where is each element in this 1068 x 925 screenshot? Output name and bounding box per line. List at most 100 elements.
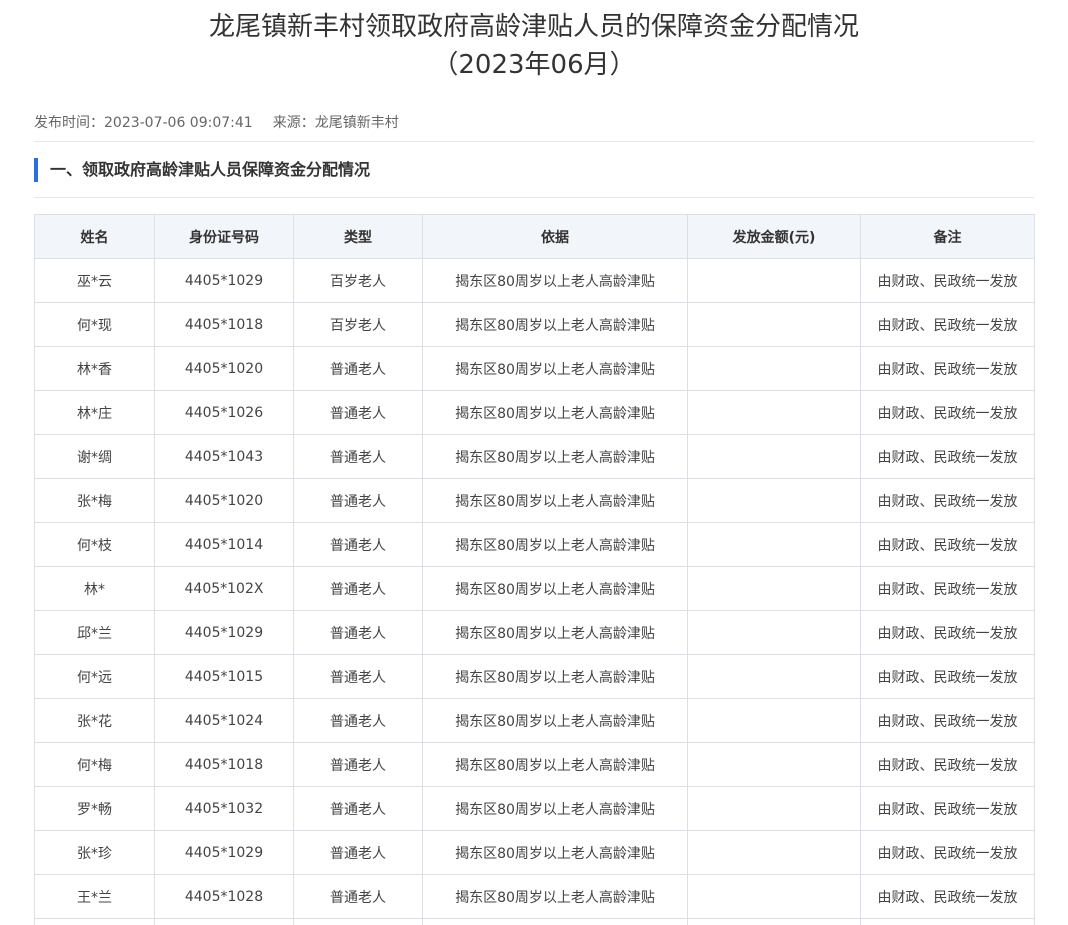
cell-name: 林* bbox=[34, 566, 155, 611]
table-row: 王*兰 4405*1028 普通老人 揭东区80周岁以上老人高龄津贴 由财政、民政统一发… bbox=[34, 874, 1035, 919]
cell-id-number: 4405*1029 bbox=[154, 258, 294, 303]
cell-id-number: 4405*1043 bbox=[154, 434, 294, 479]
cell-amount bbox=[687, 258, 861, 303]
cell-amount bbox=[687, 874, 861, 919]
section-divider bbox=[34, 197, 1034, 198]
table-row: 林*香 4405*1020 普通老人 揭东区80周岁以上老人高龄津贴 由财政、民政统一发… bbox=[34, 346, 1035, 391]
cell-basis: 揭东区80周岁以上老人高龄津贴 bbox=[422, 742, 688, 787]
cell-remark: 由财政、民政统一发放 bbox=[860, 654, 1035, 699]
cell-name bbox=[34, 918, 155, 925]
cell-basis: 揭东区80周岁以上老人高龄津贴 bbox=[422, 610, 688, 655]
cell-remark: 由财政、民政统一发放 bbox=[860, 522, 1035, 567]
column-header-remark: 备注 bbox=[860, 214, 1035, 259]
cell-id-number: 4405*1018 bbox=[154, 302, 294, 347]
cell-remark: 由财政、民政统一发放 bbox=[860, 874, 1035, 919]
section-heading: 一、领取政府高龄津贴人员保障资金分配情况 bbox=[34, 158, 1034, 182]
cell-remark: 由财政、民政统一发放 bbox=[860, 478, 1035, 523]
cell-remark: 由财政、民政统一发放 bbox=[860, 258, 1035, 303]
cell-basis: 揭东区80周岁以上老人高龄津贴 bbox=[422, 654, 688, 699]
cell-basis: 揭东区80周岁以上老人高龄津贴 bbox=[422, 390, 688, 435]
cell-amount bbox=[687, 610, 861, 655]
cell-amount bbox=[687, 654, 861, 699]
cell-name: 张*珍 bbox=[34, 830, 155, 875]
cell-amount bbox=[687, 346, 861, 391]
publish-label: 发布时间： bbox=[34, 115, 104, 131]
cell-type: 普通老人 bbox=[293, 830, 423, 875]
cell-remark: 由财政、民政统一发放 bbox=[860, 698, 1035, 743]
subsidy-table: 姓名 身份证号码 类型 依据 发放金额(元) 备注 巫*云 4405*1029 百岁老人 揭东区… bbox=[34, 214, 1035, 925]
cell-basis: 揭东区80周岁以上老人高龄津贴 bbox=[422, 698, 688, 743]
cell-amount bbox=[687, 434, 861, 479]
cell-id-number: 4405*1014 bbox=[154, 522, 294, 567]
cell-type: 普通老人 bbox=[293, 522, 423, 567]
cell-amount bbox=[687, 302, 861, 347]
cell-type: 普通老人 bbox=[293, 698, 423, 743]
cell-amount bbox=[687, 566, 861, 611]
cell-remark: 由财政、民政统一发放 bbox=[860, 786, 1035, 831]
section-title: 一、领取政府高龄津贴人员保障资金分配情况 bbox=[50, 160, 371, 179]
table-row: 何*枝 4405*1014 普通老人 揭东区80周岁以上老人高龄津贴 由财政、民政统一发… bbox=[34, 522, 1035, 567]
cell-type: 普通老人 bbox=[293, 346, 423, 391]
cell-basis: 揭东区80周岁以上老人高龄津贴 bbox=[422, 346, 688, 391]
cell-type: 普通老人 bbox=[293, 390, 423, 435]
cell-amount bbox=[687, 918, 861, 925]
table-row bbox=[34, 918, 1035, 925]
cell-name: 罗*畅 bbox=[34, 786, 155, 831]
cell-remark: 由财政、民政统一发放 bbox=[860, 742, 1035, 787]
column-header-basis: 依据 bbox=[422, 214, 688, 259]
column-header-id-number: 身份证号码 bbox=[154, 214, 294, 259]
table-row: 林*庄 4405*1026 普通老人 揭东区80周岁以上老人高龄津贴 由财政、民政统一发… bbox=[34, 390, 1035, 435]
cell-basis: 揭东区80周岁以上老人高龄津贴 bbox=[422, 566, 688, 611]
table-row: 何*远 4405*1015 普通老人 揭东区80周岁以上老人高龄津贴 由财政、民政统一发… bbox=[34, 654, 1035, 699]
cell-type: 普通老人 bbox=[293, 786, 423, 831]
cell-remark: 由财政、民政统一发放 bbox=[860, 830, 1035, 875]
source-value: 龙尾镇新丰村 bbox=[314, 115, 399, 131]
cell-name: 谢*绸 bbox=[34, 434, 155, 479]
cell-amount bbox=[687, 786, 861, 831]
cell-basis: 揭东区80周岁以上老人高龄津贴 bbox=[422, 522, 688, 567]
cell-amount bbox=[687, 478, 861, 523]
cell-basis: 揭东区80周岁以上老人高龄津贴 bbox=[422, 478, 688, 523]
cell-basis: 揭东区80周岁以上老人高龄津贴 bbox=[422, 786, 688, 831]
cell-remark: 由财政、民政统一发放 bbox=[860, 610, 1035, 655]
cell-id-number: 4405*1018 bbox=[154, 742, 294, 787]
publish-time: 2023-07-06 09:07:41 bbox=[104, 115, 253, 131]
cell-name: 张*梅 bbox=[34, 478, 155, 523]
cell-amount bbox=[687, 742, 861, 787]
cell-id-number: 4405*102X bbox=[154, 566, 294, 611]
cell-basis: 揭东区80周岁以上老人高龄津贴 bbox=[422, 830, 688, 875]
cell-basis: 揭东区80周岁以上老人高龄津贴 bbox=[422, 302, 688, 347]
table-row: 何*梅 4405*1018 普通老人 揭东区80周岁以上老人高龄津贴 由财政、民政统一发… bbox=[34, 742, 1035, 787]
cell-type: 普通老人 bbox=[293, 742, 423, 787]
cell-basis: 揭东区80周岁以上老人高龄津贴 bbox=[422, 434, 688, 479]
article-meta: 发布时间：2023-07-06 09:07:41 来源：龙尾镇新丰村 bbox=[34, 113, 399, 133]
cell-id-number: 4405*1029 bbox=[154, 830, 294, 875]
source-label: 来源： bbox=[272, 115, 315, 131]
cell-id-number: 4405*1024 bbox=[154, 698, 294, 743]
cell-type: 普通老人 bbox=[293, 566, 423, 611]
cell-amount bbox=[687, 830, 861, 875]
column-header-name: 姓名 bbox=[34, 214, 155, 259]
cell-id-number: 4405*1020 bbox=[154, 346, 294, 391]
cell-name: 王*兰 bbox=[34, 874, 155, 919]
cell-name: 何*枝 bbox=[34, 522, 155, 567]
cell-id-number: 4405*1028 bbox=[154, 874, 294, 919]
cell-remark: 由财政、民政统一发放 bbox=[860, 390, 1035, 435]
cell-basis: 揭东区80周岁以上老人高龄津贴 bbox=[422, 874, 688, 919]
table-row: 邱*兰 4405*1029 普通老人 揭东区80周岁以上老人高龄津贴 由财政、民政统一发… bbox=[34, 610, 1035, 655]
table-header-row: 姓名 身份证号码 类型 依据 发放金额(元) 备注 bbox=[34, 214, 1035, 259]
cell-id-number: 4405*1015 bbox=[154, 654, 294, 699]
section-accent-bar bbox=[34, 158, 38, 182]
table-row: 张*梅 4405*1020 普通老人 揭东区80周岁以上老人高龄津贴 由财政、民政统一发… bbox=[34, 478, 1035, 523]
table-row: 林* 4405*102X 普通老人 揭东区80周岁以上老人高龄津贴 由财政、民政统一发放 bbox=[34, 566, 1035, 611]
cell-basis bbox=[422, 918, 688, 925]
article-page: 龙尾镇新丰村领取政府高龄津贴人员的保障资金分配情况 （2023年06月） 发布时… bbox=[0, 0, 1068, 925]
cell-id-number: 4405*1032 bbox=[154, 786, 294, 831]
meta-divider bbox=[34, 141, 1034, 142]
table-row: 谢*绸 4405*1043 普通老人 揭东区80周岁以上老人高龄津贴 由财政、民政统一发… bbox=[34, 434, 1035, 479]
cell-type bbox=[293, 918, 423, 925]
cell-id-number: 4405*1026 bbox=[154, 390, 294, 435]
cell-type: 普通老人 bbox=[293, 874, 423, 919]
cell-name: 林*香 bbox=[34, 346, 155, 391]
table-row: 何*现 4405*1018 百岁老人 揭东区80周岁以上老人高龄津贴 由财政、民政统一发… bbox=[34, 302, 1035, 347]
